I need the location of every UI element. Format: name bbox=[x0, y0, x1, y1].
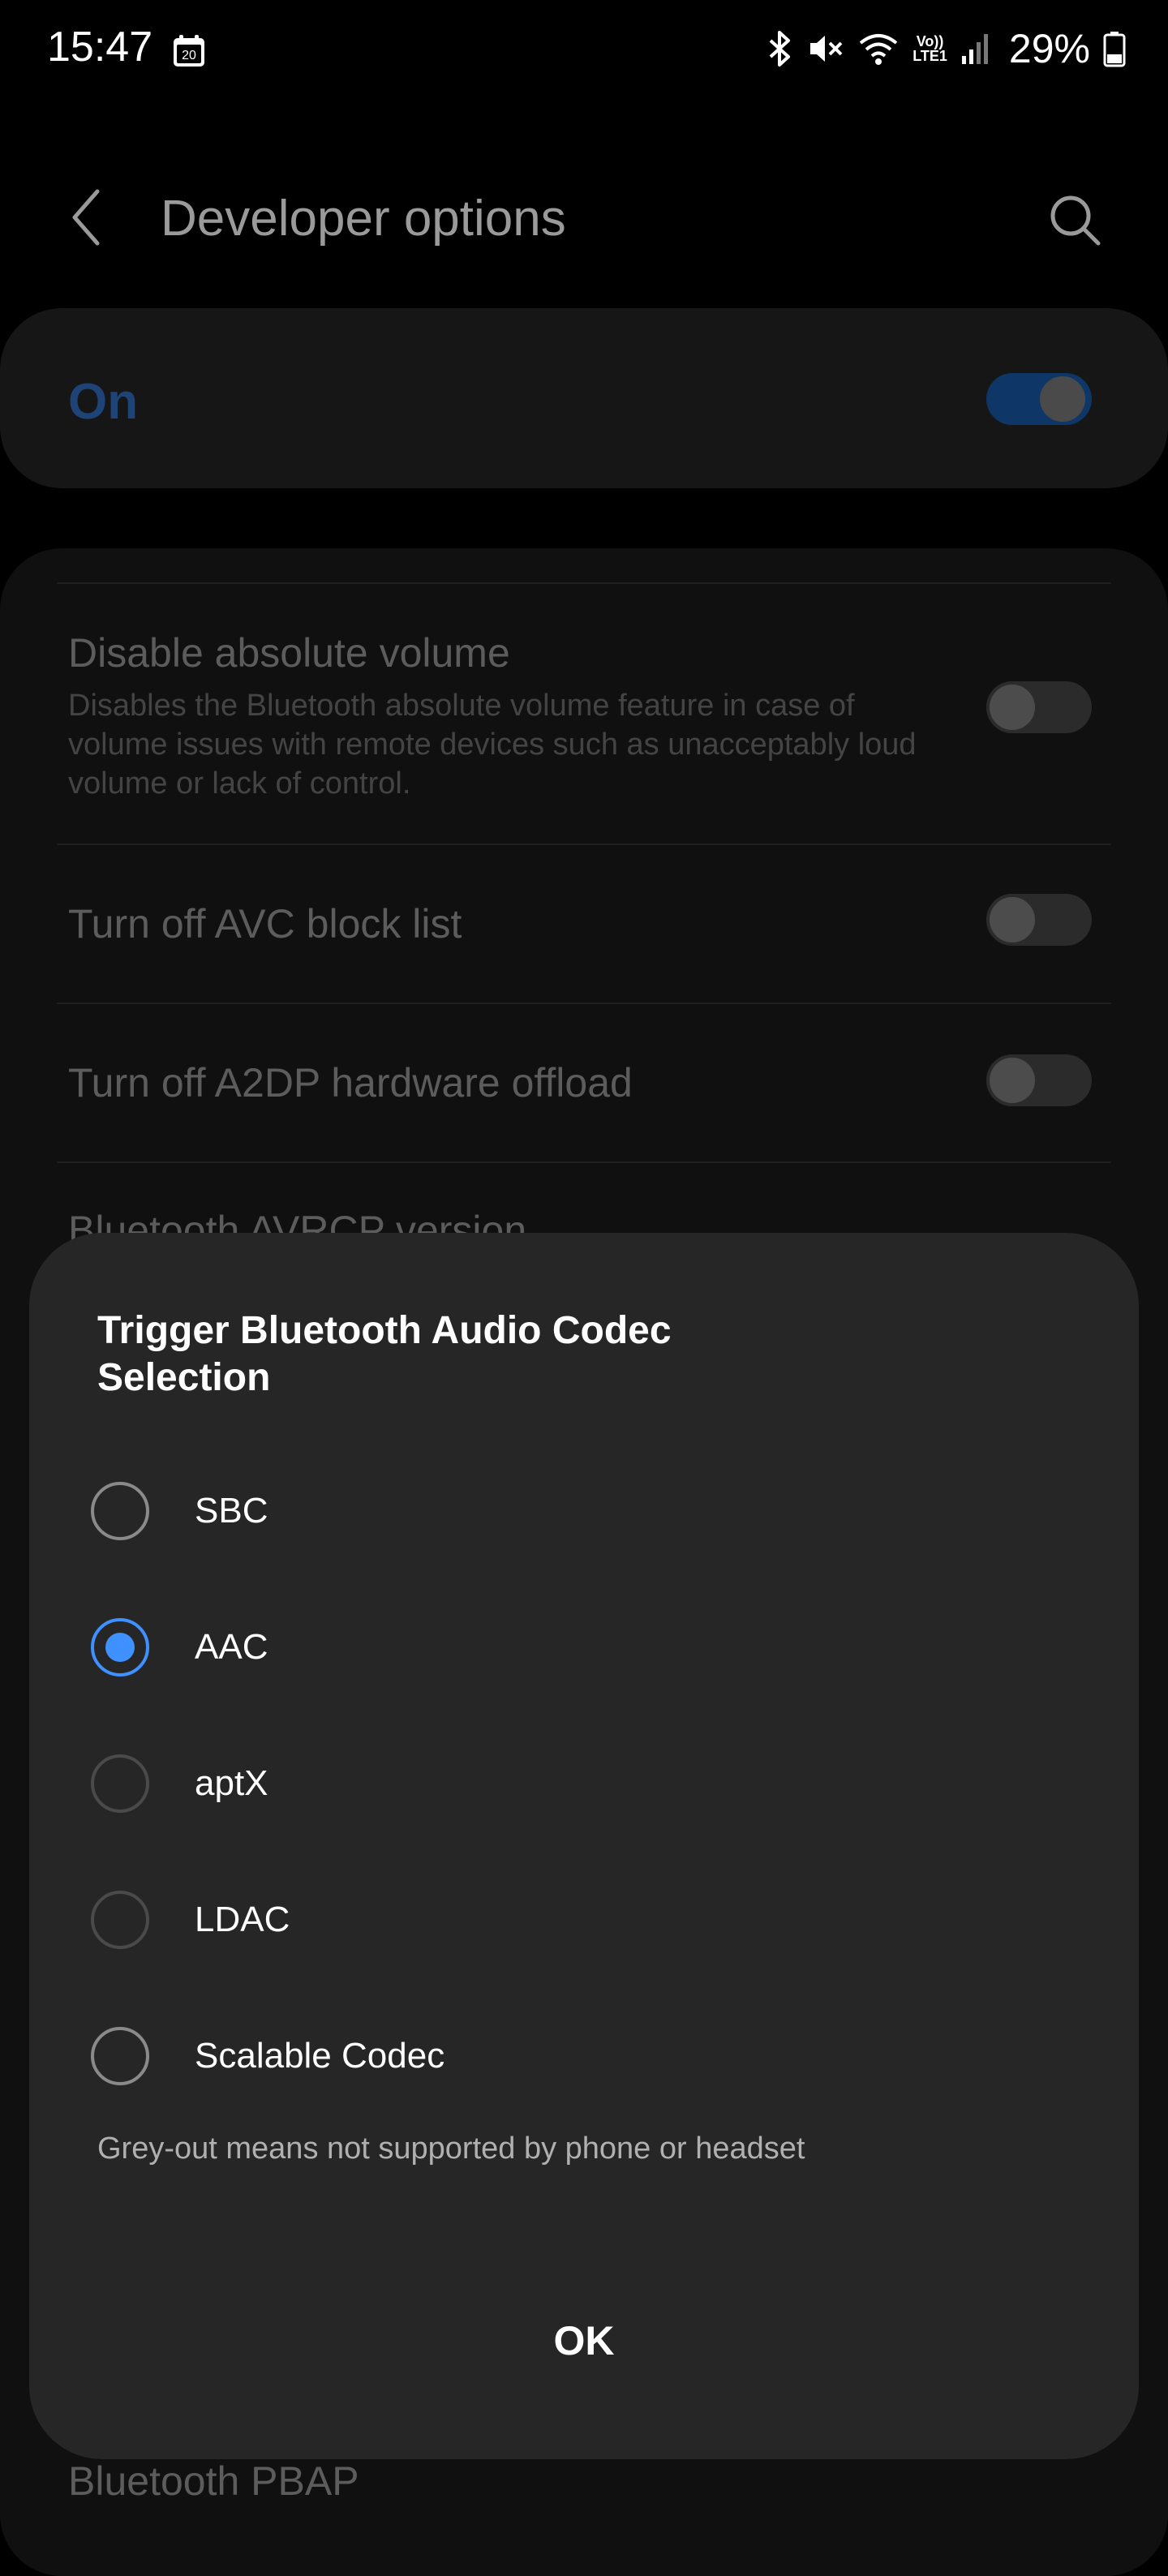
search-button[interactable] bbox=[1046, 191, 1103, 248]
dialog-title: Trigger Bluetooth Audio Codec Selection bbox=[97, 1309, 672, 1399]
codec-selection-dialog: Trigger Bluetooth Audio Codec Selection … bbox=[29, 1233, 1139, 2459]
codec-option-ldac[interactable]: LDAC bbox=[91, 1875, 1064, 1964]
setting-description: Disables the Bluetooth absolute volume f… bbox=[68, 689, 917, 801]
back-button[interactable] bbox=[67, 187, 107, 248]
option-label: LDAC bbox=[195, 1900, 290, 1939]
calendar-day: 20 bbox=[182, 49, 196, 62]
master-switch-card[interactable]: On bbox=[0, 308, 1168, 488]
codec-option-scalable[interactable]: Scalable Codec bbox=[91, 2011, 1064, 2101]
volte-label-1: Vo)) bbox=[916, 33, 944, 49]
radio-button[interactable] bbox=[91, 1754, 149, 1813]
divider bbox=[57, 582, 1111, 584]
master-switch-toggle[interactable] bbox=[986, 373, 1092, 425]
setting-title: Disable absolute volume bbox=[68, 630, 510, 676]
divider bbox=[57, 1161, 1111, 1163]
calendar-icon: 20 bbox=[174, 35, 204, 67]
codec-option-sbc[interactable]: SBC bbox=[91, 1466, 1064, 1556]
divider bbox=[57, 844, 1111, 845]
wifi-icon bbox=[859, 34, 898, 65]
status-icons: Vo)) LTE1 29% bbox=[766, 26, 1126, 71]
disable-absolute-volume-toggle[interactable] bbox=[986, 681, 1092, 733]
option-label: aptX bbox=[195, 1763, 268, 1803]
page-title: Developer options bbox=[161, 191, 566, 247]
signal-icon bbox=[961, 34, 988, 64]
bluetooth-icon bbox=[769, 31, 791, 67]
avc-block-list-toggle[interactable] bbox=[986, 894, 1092, 946]
codec-option-aac[interactable]: AAC bbox=[91, 1603, 1064, 1692]
ok-button[interactable]: OK bbox=[487, 2302, 681, 2380]
status-bar: 15:47 20 Vo)) LTE1 29% bbox=[0, 0, 1168, 97]
toggle-knob bbox=[986, 894, 1038, 946]
volte-label-2: LTE1 bbox=[912, 48, 947, 64]
codec-option-aptx[interactable]: aptX bbox=[91, 1739, 1064, 1828]
battery-percentage: 29% bbox=[1008, 26, 1090, 71]
mute-icon bbox=[810, 36, 843, 62]
setting-title: Turn off A2DP hardware offload bbox=[68, 1060, 633, 1106]
radio-dot bbox=[105, 1633, 135, 1662]
radio-button[interactable] bbox=[91, 2027, 149, 2085]
a2dp-offload-toggle[interactable] bbox=[986, 1054, 1092, 1106]
option-label: SBC bbox=[195, 1491, 268, 1531]
radio-button[interactable] bbox=[91, 1891, 149, 1949]
volte-icon: Vo)) LTE1 bbox=[912, 34, 947, 63]
toggle-knob bbox=[986, 681, 1038, 733]
master-switch-label: On bbox=[68, 374, 139, 430]
setting-bluetooth-pbap[interactable]: Bluetooth PBAP bbox=[68, 2458, 359, 2505]
divider bbox=[57, 1002, 1111, 1004]
battery-icon bbox=[1103, 32, 1126, 67]
toggle-knob bbox=[986, 1054, 1038, 1106]
setting-title: Turn off AVC block list bbox=[68, 901, 462, 947]
screen: 15:47 20 Vo)) LTE1 29% Developer options… bbox=[0, 0, 1168, 2576]
option-label: Scalable Codec bbox=[195, 2036, 445, 2076]
dialog-note: Grey-out means not supported by phone or… bbox=[97, 2132, 805, 2166]
option-label: AAC bbox=[195, 1627, 268, 1667]
master-switch-knob bbox=[1037, 373, 1089, 425]
radio-button-selected[interactable] bbox=[91, 1618, 149, 1677]
status-time: 15:47 bbox=[47, 24, 153, 71]
radio-button[interactable] bbox=[91, 1482, 149, 1540]
